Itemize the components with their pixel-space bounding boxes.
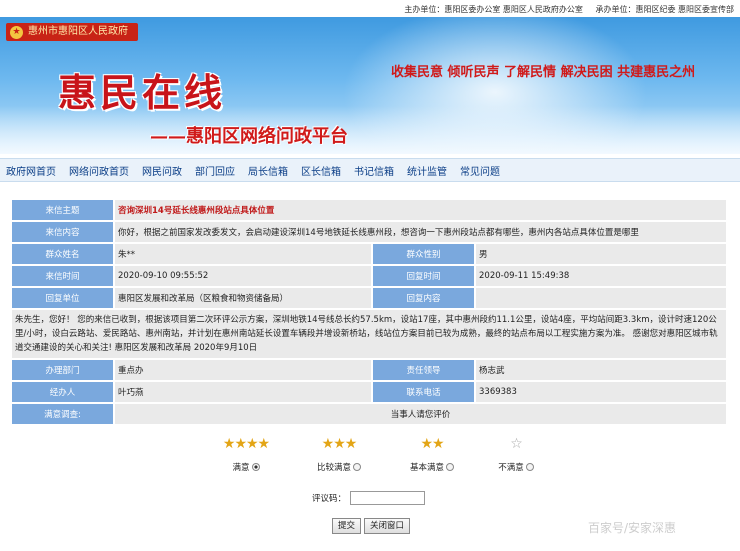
reply-unit-label: 回复单位 [12, 288, 113, 308]
radio-satisfied[interactable] [251, 463, 260, 471]
content-label: 来信内容 [12, 222, 113, 242]
nav-dept-response[interactable]: 部门回应 [195, 163, 235, 178]
site-subtitle: ——惠阳区网络问政平台 [150, 126, 348, 147]
contact-phone: 3369383 [476, 382, 726, 402]
nav-wenzheng-home[interactable]: 网络问政首页 [69, 163, 129, 178]
rating-label: 比较满意 [316, 463, 351, 473]
rating-label: 不满意 [498, 463, 524, 473]
watermark-text: 百家号/安家深惠 [588, 521, 677, 535]
top-info-bar: 主办单位：惠阳区委办公室 惠阳区人民政府办公室 承办单位：惠阳区纪委 惠阳区委宣… [0, 0, 740, 17]
rating-option-fairly-satisfied[interactable]: ★★★ 比较满意 [299, 436, 379, 473]
sent-time-label: 来信时间 [12, 266, 113, 286]
evaluation-code-row: 评议码： [312, 491, 426, 505]
nav-district-head-mailbox[interactable]: 区长信箱 [301, 163, 341, 178]
nav-netizen-ask[interactable]: 网民问政 [142, 163, 182, 178]
reply-time: 2020-09-11 15:49:38 [476, 266, 726, 286]
government-name: 惠州市惠阳区人民政府 [28, 26, 128, 37]
form-buttons: 提交 关闭窗口 [332, 518, 413, 534]
rating-label: 基本满意 [409, 463, 444, 473]
leader-label: 责任领导 [373, 360, 474, 380]
letter-content: 你好，根据之前国家发改委发文，会启动建设深圳14号地铁延长线惠州段，想咨询一下惠… [115, 222, 726, 242]
citizen-name: 朱** [115, 244, 371, 264]
sponsor-text: 主办单位：惠阳区委办公室 惠阳区人民政府办公室 [404, 5, 583, 14]
main-nav: 政府网首页 网络问政首页 网民问政 部门回应 局长信箱 区长信箱 书记信箱 统计… [0, 158, 740, 182]
rating-option-basically-satisfied[interactable]: ★★ 基本满意 [392, 436, 472, 473]
sent-time: 2020-09-10 09:55:52 [115, 266, 371, 286]
three-stars-icon: ★★★ [321, 436, 358, 452]
responsible-leader: 杨志武 [476, 360, 726, 380]
letter-detail-table: 来信主题 咨询深圳14号延长线惠州段站点具体位置 来信内容 你好，根据之前国家发… [10, 198, 728, 426]
reply-content: 朱先生，您好！ 您的来信已收到，根据该项目第二次环评公示方案，深圳地铁14号线总… [12, 310, 726, 358]
subject-label: 来信主题 [12, 200, 113, 220]
citizen-gender: 男 [476, 244, 726, 264]
radio-unsatisfied[interactable] [525, 463, 534, 471]
evaluation-code-label: 评议码： [312, 494, 347, 504]
handler-label: 经办人 [12, 382, 113, 402]
rating-options: ★★★★ 满意 ★★★ 比较满意 ★★ 基本满意 ☆ 不满意 [0, 436, 740, 486]
rating-option-unsatisfied[interactable]: ☆ 不满意 [476, 436, 556, 473]
submit-button[interactable]: 提交 [332, 518, 362, 534]
four-stars-icon: ★★★★ [222, 436, 270, 452]
nav-secretary-mailbox[interactable]: 书记信箱 [354, 163, 394, 178]
nav-gov-home[interactable]: 政府网首页 [6, 163, 56, 178]
reply-time-label: 回复时间 [373, 266, 474, 286]
site-banner: ★ 惠州市惠阳区人民政府 惠民在线 ——惠阳区网络问政平台 收集民意 倾听民声 … [0, 17, 740, 154]
dept-label: 办理部门 [12, 360, 113, 380]
satisfaction-label: 满意调查: [12, 404, 113, 424]
radio-basically-satisfied[interactable] [446, 463, 454, 471]
site-slogan: 收集民意 倾听民声 了解民情 解决民困 共建惠民之州 [391, 65, 696, 80]
close-window-button[interactable]: 关闭窗口 [364, 518, 411, 534]
reply-content-label: 回复内容 [373, 288, 474, 308]
nav-statistics[interactable]: 统计监管 [407, 163, 447, 178]
nav-faq[interactable]: 常见问题 [460, 163, 500, 178]
handler-name: 叶巧燕 [115, 382, 371, 402]
phone-label: 联系电话 [373, 382, 474, 402]
name-label: 群众姓名 [12, 244, 113, 264]
organizer-text: 承办单位：惠阳区纪委 惠阳区委宣传部 [595, 5, 734, 14]
rating-option-satisfied[interactable]: ★★★★ 满意 [206, 436, 286, 473]
site-title: 惠民在线 [58, 70, 227, 115]
handling-dept: 重点办 [115, 360, 371, 380]
satisfaction-prompt: 当事人请您评价 [115, 404, 726, 424]
reply-unit: 惠阳区发展和改革局（区粮食和物资储备局） [115, 288, 371, 308]
evaluation-code-input[interactable] [350, 491, 426, 505]
gender-label: 群众性别 [373, 244, 474, 264]
radio-fairly-satisfied[interactable] [353, 463, 361, 471]
rating-label: 满意 [232, 463, 250, 473]
letter-subject: 咨询深圳14号延长线惠州段站点具体位置 [115, 200, 726, 220]
nav-director-mailbox[interactable]: 局长信箱 [248, 163, 288, 178]
empty-star-icon: ☆ [510, 436, 523, 452]
two-stars-icon: ★★ [420, 436, 444, 452]
government-badge[interactable]: ★ 惠州市惠阳区人民政府 [6, 23, 138, 41]
national-emblem-icon: ★ [10, 25, 23, 39]
